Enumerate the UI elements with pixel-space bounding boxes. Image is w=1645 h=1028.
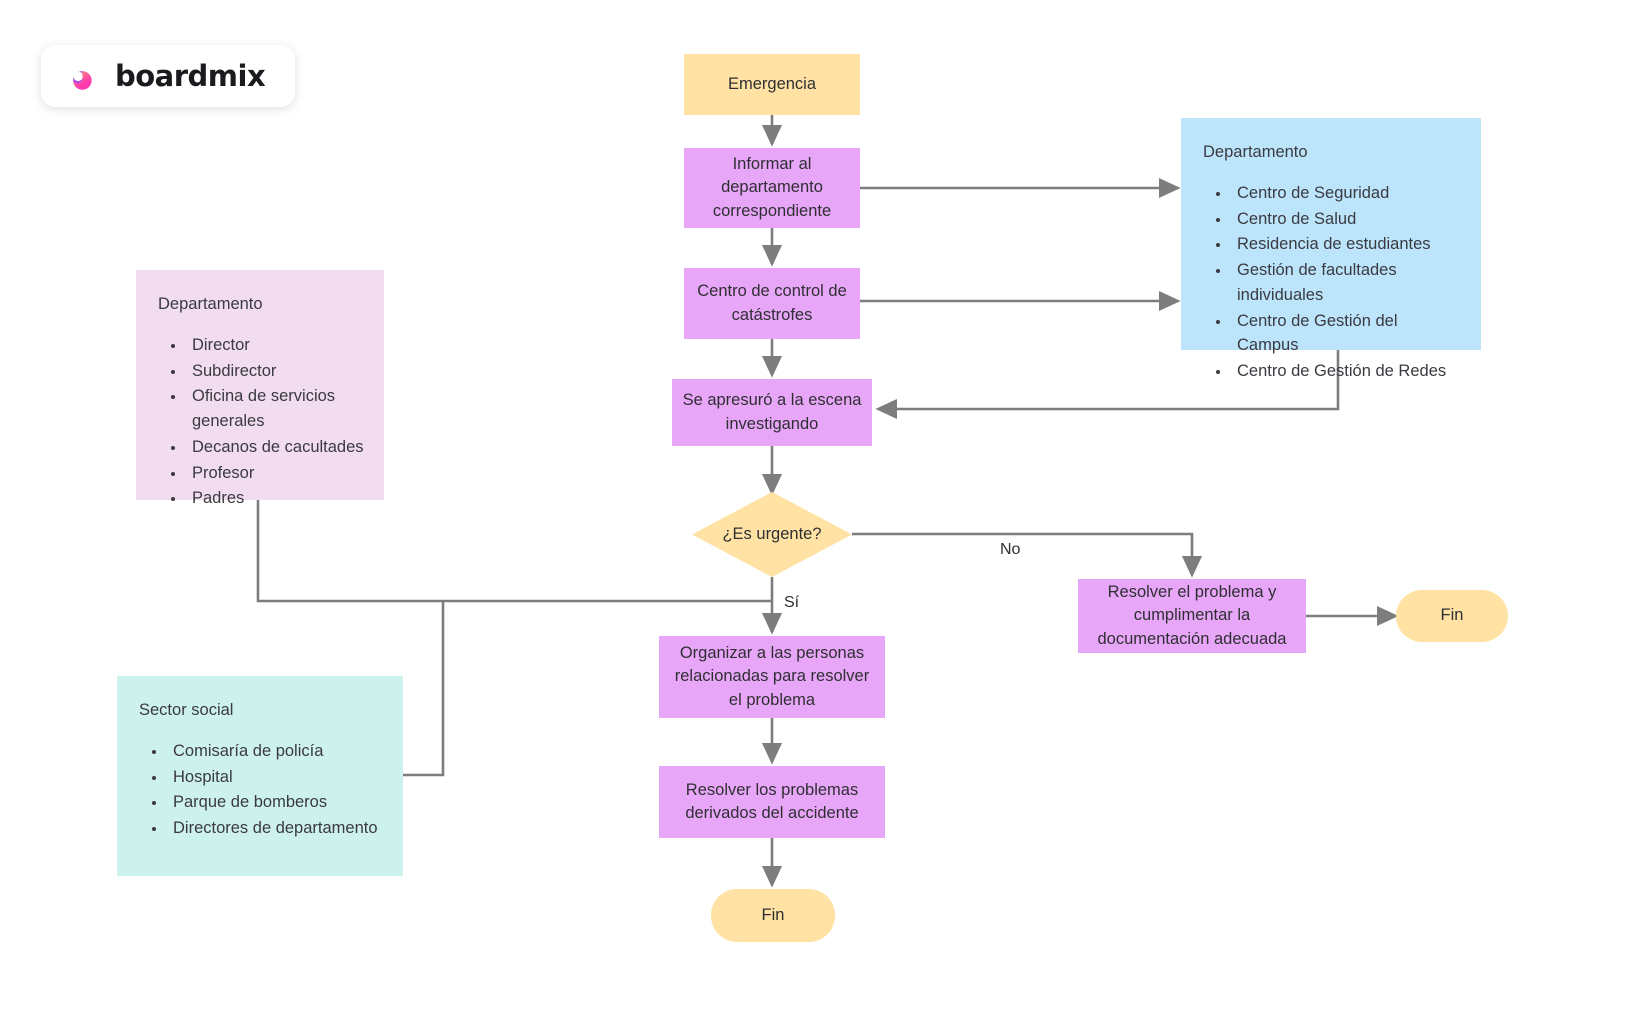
list-item: Centro de Gestión del Campus <box>1231 309 1463 359</box>
list-item: Padres <box>186 486 366 511</box>
list-item: Centro de Gestión de Redes <box>1231 359 1463 384</box>
list-item: Centro de Seguridad <box>1231 181 1463 206</box>
node-solve-and-document-label: Resolver el problema y cumplimentar la d… <box>1097 582 1287 648</box>
list-item: Centro de Salud <box>1231 207 1463 232</box>
panel-department-right-title: Departamento <box>1203 143 1308 161</box>
node-decision-urgent-label: ¿Es urgente? <box>722 524 822 543</box>
node-start-label: Emergencia <box>727 74 817 93</box>
list-item: Director <box>186 333 366 358</box>
node-end-no-branch[interactable]: Fin <box>1396 590 1508 642</box>
node-disaster-control-center-label: Centro de control de catástrofes <box>697 282 847 324</box>
node-end-main[interactable]: Fin <box>711 889 835 942</box>
list-item: Hospital <box>167 765 385 790</box>
node-disaster-control-center[interactable]: Centro de control de catástrofes <box>684 268 860 339</box>
node-organize-people[interactable]: Organizar a las personas relacionadas pa… <box>659 636 885 718</box>
node-decision-urgent[interactable]: ¿Es urgente? <box>692 492 852 577</box>
list-item: Profesor <box>186 461 366 486</box>
panel-department-left: Departamento Director Subdirector Oficin… <box>136 270 384 507</box>
panel-social-sector-title: Sector social <box>139 701 234 719</box>
flowchart-canvas: boardmix Emergencia Informar al departam… <box>0 0 1645 1028</box>
boardmix-wordmark: boardmix <box>115 59 266 93</box>
boardmix-logo: boardmix <box>41 45 295 107</box>
panel-department-left-title: Departamento <box>158 295 263 313</box>
list-item: Directores de departamento <box>167 816 385 841</box>
edge-label-yes: Sí <box>784 594 800 611</box>
list-item: Residencia de estudiantes <box>1231 232 1463 257</box>
edge-label-no: No <box>1000 541 1021 558</box>
node-solve-derived-problems-label: Resolver los problemas derivados del acc… <box>685 780 859 822</box>
node-rush-to-scene-label: Se apresuró a la escena investigando <box>682 391 862 433</box>
list-item: Gestión de facultades individuales <box>1231 258 1463 308</box>
node-end-no-branch-label: Fin <box>1440 606 1464 625</box>
panel-social-sector: Sector social Comisaría de policía Hospi… <box>117 676 403 876</box>
node-organize-people-label: Organizar a las personas relacionadas pa… <box>674 643 870 709</box>
list-item: Subdirector <box>186 359 366 384</box>
boardmix-b-icon <box>67 59 101 93</box>
panel-social-sector-list: Comisaría de policía Hospital Parque de … <box>137 739 385 841</box>
node-rush-to-scene[interactable]: Se apresuró a la escena investigando <box>672 379 872 446</box>
node-inform-department[interactable]: Informar al departamento correspondiente <box>684 148 860 228</box>
node-start[interactable]: Emergencia <box>684 54 860 115</box>
edge-social-to-yes <box>403 601 445 777</box>
node-solve-and-document[interactable]: Resolver el problema y cumplimentar la d… <box>1078 579 1306 653</box>
list-item: Oficina de servicios generales <box>186 384 366 434</box>
panel-department-right-list: Centro de Seguridad Centro de Salud Resi… <box>1201 181 1463 384</box>
node-solve-derived-problems[interactable]: Resolver los problemas derivados del acc… <box>659 766 885 838</box>
panel-department-left-list: Director Subdirector Oficina de servicio… <box>156 333 366 511</box>
node-end-main-label: Fin <box>761 905 785 924</box>
list-item: Parque de bomberos <box>167 790 385 815</box>
list-item: Decanos de cacultades <box>186 435 366 460</box>
edge-decision-no <box>852 532 1203 578</box>
node-inform-department-label: Informar al departamento correspondiente <box>712 154 832 220</box>
panel-department-right: Departamento Centro de Seguridad Centro … <box>1181 118 1481 380</box>
list-item: Comisaría de policía <box>167 739 385 764</box>
